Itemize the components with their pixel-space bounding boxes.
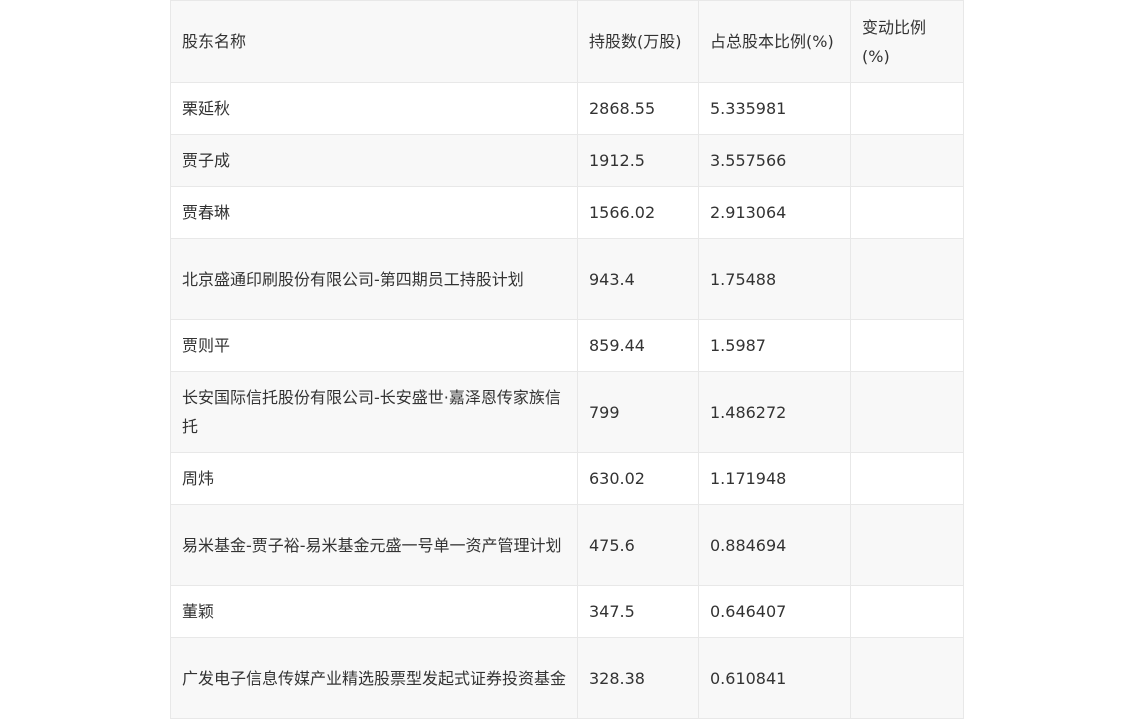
cell-change [850, 134, 964, 187]
cell-name: 长安国际信托股份有限公司-长安盛世·嘉泽恩传家族信托 [170, 371, 578, 453]
cell-ratio: 0.610841 [698, 637, 851, 719]
cell-name: 易米基金-贾子裕-易米基金元盛一号单一资产管理计划 [170, 504, 578, 586]
cell-change [850, 585, 964, 638]
cell-ratio: 3.557566 [698, 134, 851, 187]
cell-change [850, 637, 964, 719]
cell-shares: 943.4 [577, 238, 699, 320]
cell-name: 栗延秋 [170, 82, 578, 135]
table-row: 北京盛通印刷股份有限公司-第四期员工持股计划 943.4 1.75488 [170, 238, 964, 320]
header-shareholder-name: 股东名称 [170, 0, 578, 83]
table-row: 贾子成 1912.5 3.557566 [170, 134, 964, 187]
table-row: 栗延秋 2868.55 5.335981 [170, 82, 964, 135]
cell-ratio: 1.75488 [698, 238, 851, 320]
shareholder-table-container: 股东名称 持股数(万股) 占总股本比例(%) 变动比例(%) 栗延秋 2868.… [170, 0, 964, 719]
cell-change [850, 186, 964, 239]
header-shares: 持股数(万股) [577, 0, 699, 83]
table-row: 贾春琳 1566.02 2.913064 [170, 186, 964, 239]
cell-name: 周炜 [170, 452, 578, 505]
cell-ratio: 1.5987 [698, 319, 851, 372]
cell-change [850, 504, 964, 586]
cell-change [850, 238, 964, 320]
cell-shares: 475.6 [577, 504, 699, 586]
header-change: 变动比例(%) [850, 0, 964, 83]
shareholder-table: 股东名称 持股数(万股) 占总股本比例(%) 变动比例(%) 栗延秋 2868.… [170, 0, 964, 719]
table-row: 董颖 347.5 0.646407 [170, 585, 964, 638]
table-row: 长安国际信托股份有限公司-长安盛世·嘉泽恩传家族信托 799 1.486272 [170, 371, 964, 453]
cell-ratio: 2.913064 [698, 186, 851, 239]
cell-shares: 799 [577, 371, 699, 453]
cell-name: 广发电子信息传媒产业精选股票型发起式证券投资基金 [170, 637, 578, 719]
table-header-row: 股东名称 持股数(万股) 占总股本比例(%) 变动比例(%) [170, 0, 964, 83]
cell-ratio: 0.646407 [698, 585, 851, 638]
cell-name: 贾则平 [170, 319, 578, 372]
cell-change [850, 82, 964, 135]
cell-shares: 630.02 [577, 452, 699, 505]
cell-name: 董颖 [170, 585, 578, 638]
header-ratio: 占总股本比例(%) [698, 0, 851, 83]
cell-shares: 328.38 [577, 637, 699, 719]
table-row: 周炜 630.02 1.171948 [170, 452, 964, 505]
cell-ratio: 1.486272 [698, 371, 851, 453]
cell-change [850, 452, 964, 505]
cell-ratio: 0.884694 [698, 504, 851, 586]
cell-shares: 1912.5 [577, 134, 699, 187]
table-row: 贾则平 859.44 1.5987 [170, 319, 964, 372]
cell-change [850, 371, 964, 453]
table-row: 易米基金-贾子裕-易米基金元盛一号单一资产管理计划 475.6 0.884694 [170, 504, 964, 586]
cell-shares: 1566.02 [577, 186, 699, 239]
cell-name: 贾子成 [170, 134, 578, 187]
cell-shares: 2868.55 [577, 82, 699, 135]
cell-shares: 347.5 [577, 585, 699, 638]
table-row: 广发电子信息传媒产业精选股票型发起式证券投资基金 328.38 0.610841 [170, 637, 964, 719]
cell-change [850, 319, 964, 372]
cell-name: 北京盛通印刷股份有限公司-第四期员工持股计划 [170, 238, 578, 320]
cell-ratio: 1.171948 [698, 452, 851, 505]
cell-name: 贾春琳 [170, 186, 578, 239]
cell-ratio: 5.335981 [698, 82, 851, 135]
cell-shares: 859.44 [577, 319, 699, 372]
